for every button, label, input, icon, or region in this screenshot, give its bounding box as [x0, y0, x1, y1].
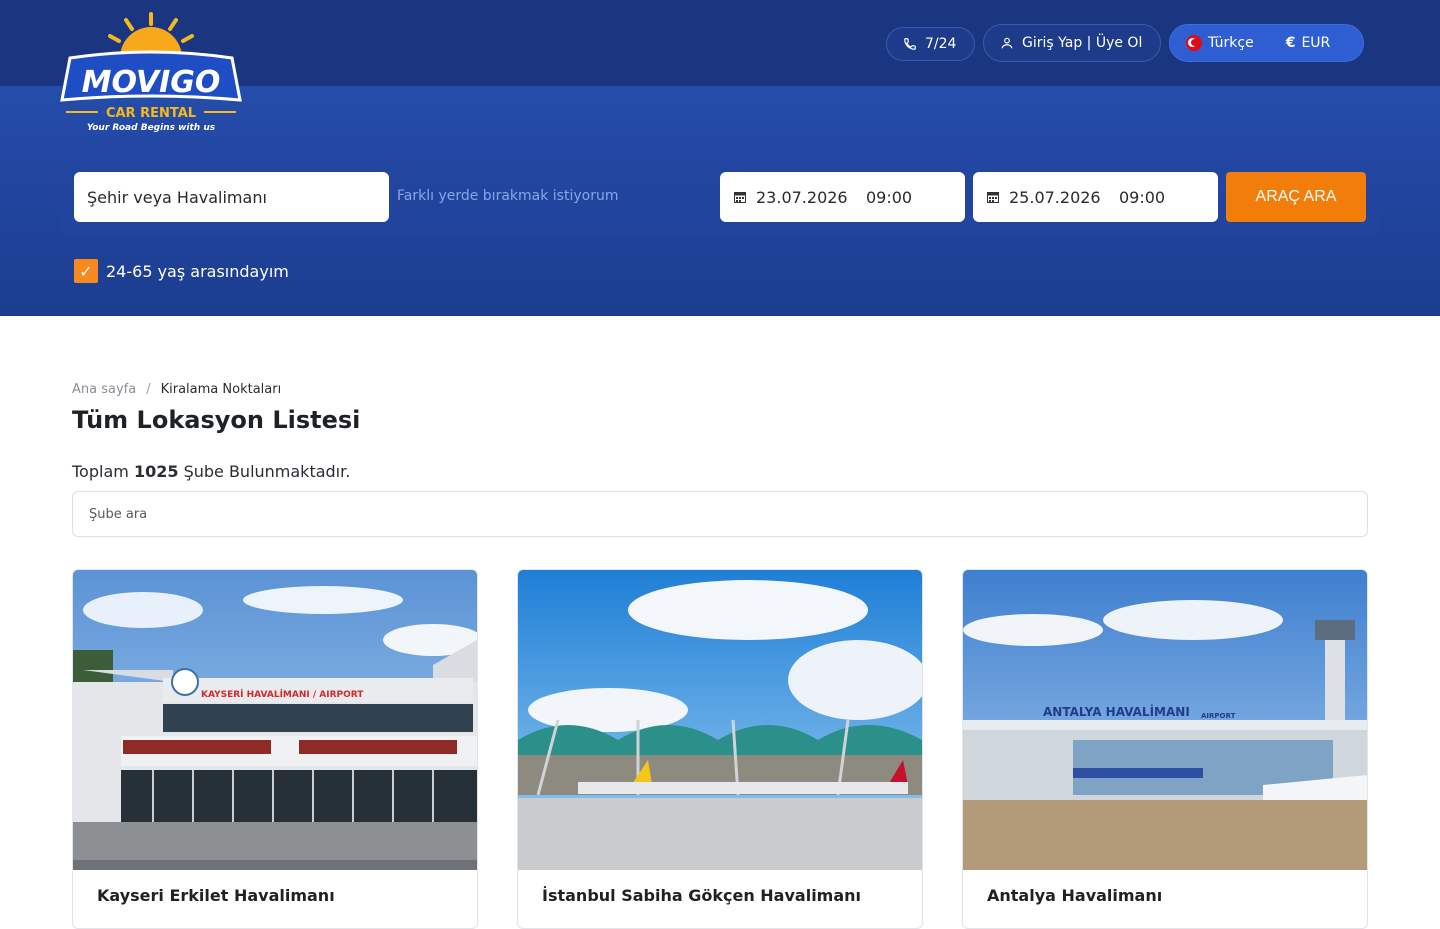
- checkmark-icon[interactable]: ✓: [74, 259, 98, 283]
- language-label: Türkçe: [1208, 35, 1254, 51]
- phone-icon: [904, 38, 916, 50]
- sabiha-gokcen-airport-photo: [518, 570, 922, 870]
- breadcrumb: Ana sayfa / Kiralama Noktaları: [72, 382, 281, 397]
- support-phone-button[interactable]: 7/24: [886, 27, 975, 61]
- login-register-button[interactable]: Giriş Yap | Üye Ol: [983, 24, 1161, 62]
- return-time[interactable]: 09:00: [1119, 188, 1165, 207]
- location-name[interactable]: İstanbul Sabiha Gökçen Havalimanı: [542, 886, 861, 905]
- logo-subtitle: CAR RENTAL: [106, 106, 196, 121]
- movigo-logo[interactable]: MOVIGO CAR RENTAL Your Road Begins with …: [58, 8, 244, 138]
- antalya-sign-sub: AIRPORT: [1201, 712, 1236, 720]
- kayseri-airport-photo: KAYSERİ HAVALİMANI / AIRPORT: [73, 570, 477, 870]
- location-placeholder: Şehir veya Havalimanı: [87, 187, 267, 207]
- location-card[interactable]: ANTALYA HAVALİMANI AIRPORT Antalya Haval…: [962, 569, 1368, 929]
- search-cars-button[interactable]: ARAÇ ARA: [1226, 172, 1366, 222]
- return-datetime-field[interactable]: 25.07.2026 09:00: [973, 172, 1218, 222]
- total-suffix: Şube Bulunmaktadır.: [183, 462, 351, 481]
- pickup-date: 23.07.2026: [756, 187, 848, 207]
- total-prefix: Toplam: [72, 462, 129, 481]
- location-card[interactable]: KAYSERİ HAVALİMANI / AIRPORT Kayseri Erk…: [72, 569, 478, 929]
- branch-count-text: Toplam 1025 Şube Bulunmaktadır.: [72, 462, 350, 481]
- breadcrumb-separator: /: [146, 382, 151, 397]
- turkey-flag-icon: [1186, 35, 1202, 51]
- return-date: 25.07.2026: [1009, 187, 1101, 207]
- pickup-time[interactable]: 09:00: [866, 188, 912, 207]
- euro-icon: €: [1285, 35, 1296, 51]
- antalya-sign: ANTALYA HAVALİMANI: [1043, 704, 1190, 719]
- page-title: Tüm Lokasyon Listesi: [72, 406, 361, 434]
- different-return-location-link[interactable]: Farklı yerde bırakmak istiyorum: [397, 188, 618, 204]
- total-count: 1025: [133, 462, 179, 481]
- phone-label: 7/24: [925, 36, 957, 52]
- breadcrumb-home-link[interactable]: Ana sayfa: [72, 382, 136, 397]
- breadcrumb-current: Kiralama Noktaları: [160, 382, 282, 397]
- logo-text: MOVIGO: [82, 65, 221, 100]
- pickup-location-input[interactable]: Şehir veya Havalimanı: [74, 172, 389, 222]
- location-name[interactable]: Kayseri Erkilet Havalimanı: [97, 886, 335, 905]
- calendar-icon: [734, 192, 746, 203]
- pickup-datetime-field[interactable]: 23.07.2026 09:00: [720, 172, 965, 222]
- age-confirm-checkbox[interactable]: ✓ 24-65 yaş arasındayım: [74, 259, 289, 283]
- location-name[interactable]: Antalya Havalimanı: [987, 886, 1162, 905]
- calendar-icon: [987, 192, 999, 203]
- language-currency-selector[interactable]: Türkçe € EUR: [1169, 24, 1364, 62]
- kayseri-sign: KAYSERİ HAVALİMANI / AIRPORT: [201, 689, 364, 700]
- logo-tagline: Your Road Begins with us: [87, 123, 216, 133]
- user-icon: [1001, 37, 1013, 49]
- login-label: Giriş Yap | Üye Ol: [1022, 35, 1143, 51]
- branch-search-input[interactable]: [72, 491, 1368, 537]
- location-card[interactable]: İstanbul Sabiha Gökçen Havalimanı: [517, 569, 923, 929]
- age-label: 24-65 yaş arasındayım: [106, 261, 289, 281]
- currency-label: EUR: [1301, 35, 1331, 51]
- antalya-airport-photo: ANTALYA HAVALİMANI AIRPORT: [963, 570, 1367, 870]
